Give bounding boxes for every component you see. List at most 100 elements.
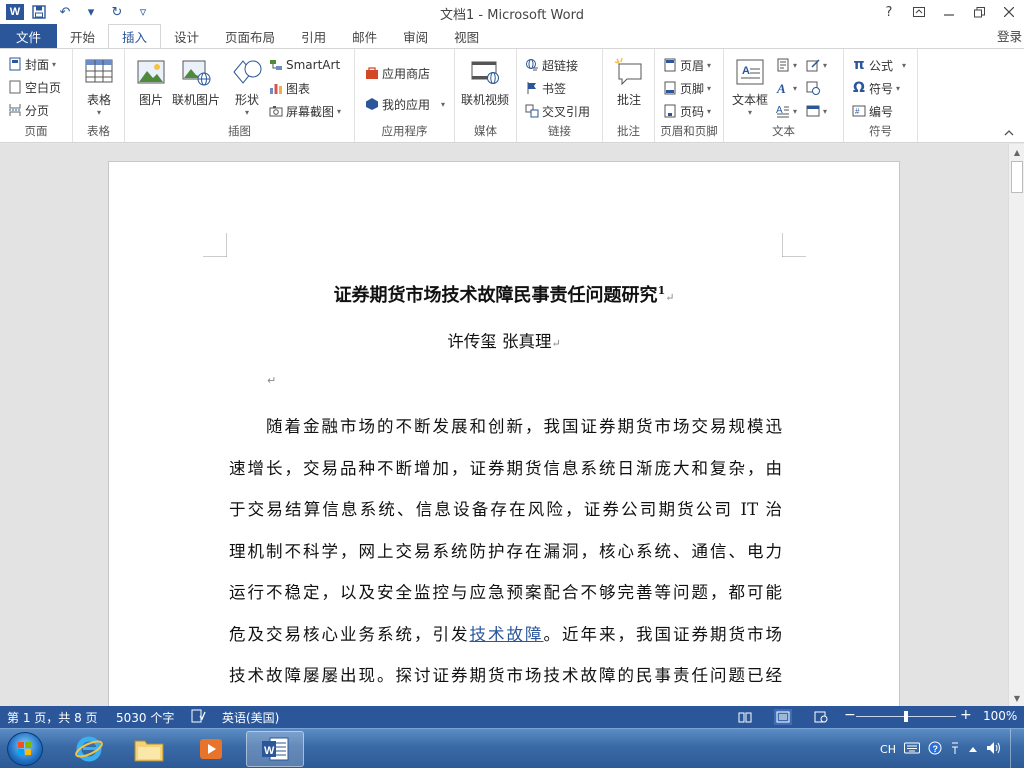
textbox-icon: A bbox=[736, 59, 764, 85]
vertical-scrollbar[interactable]: ▲ ▼ bbox=[1008, 144, 1024, 706]
cover-page-button[interactable]: 封面 ▾ bbox=[8, 54, 56, 74]
group-text: A 文本框 ▾ ▾ ▾ A ▾ A ▾ ▾ 文本 bbox=[724, 49, 844, 142]
text-line: 技术故障屡屡出现。探讨证券期货市场技术故障的民事责任问题已经 bbox=[229, 666, 782, 685]
help-circle-icon[interactable]: ? bbox=[928, 741, 942, 758]
undo-dropdown-icon[interactable]: ▾ bbox=[80, 1, 102, 23]
quick-parts-icon bbox=[776, 58, 790, 72]
tab-insert[interactable]: 插入 bbox=[108, 24, 162, 49]
window-controls: ? bbox=[874, 0, 1024, 24]
new-comment-button[interactable]: 批注 bbox=[613, 57, 645, 108]
hyperlink-button[interactable]: 超链接 bbox=[525, 55, 578, 75]
undo-icon[interactable]: ↶ bbox=[54, 1, 76, 23]
drop-cap-button[interactable]: A ▾ bbox=[776, 101, 797, 121]
print-layout-icon[interactable] bbox=[774, 709, 792, 725]
blank-page-button[interactable]: 空白页 bbox=[8, 77, 61, 97]
footer-button[interactable]: 页脚 ▾ bbox=[663, 78, 711, 98]
zoom-slider-thumb[interactable] bbox=[904, 711, 908, 722]
quick-parts-button[interactable]: ▾ bbox=[776, 55, 797, 75]
document-authors[interactable]: 许传玺 张真理↵ bbox=[109, 328, 899, 352]
language-indicator[interactable]: 英语(美国) bbox=[222, 709, 279, 726]
internet-explorer-taskbar-button[interactable] bbox=[60, 731, 118, 767]
chevron-down-icon: ▾ bbox=[244, 108, 249, 117]
web-layout-icon[interactable] bbox=[812, 709, 830, 725]
scroll-down-icon[interactable]: ▼ bbox=[1010, 691, 1024, 705]
date-time-button[interactable] bbox=[806, 78, 820, 98]
online-video-button[interactable]: 联机视频 bbox=[461, 57, 509, 108]
close-icon[interactable] bbox=[994, 0, 1024, 24]
object-button[interactable]: ▾ bbox=[806, 101, 827, 121]
smartart-icon bbox=[269, 58, 283, 72]
screenshot-button[interactable]: 屏幕截图 ▾ bbox=[269, 101, 341, 121]
tab-view[interactable]: 视图 bbox=[441, 24, 492, 48]
chevron-down-icon: ▾ bbox=[707, 106, 712, 116]
customize-qat-icon[interactable]: ▿ bbox=[132, 1, 154, 23]
collapse-ribbon-icon[interactable] bbox=[1004, 128, 1014, 139]
cross-reference-button[interactable]: 交叉引用 bbox=[525, 101, 590, 121]
show-desktop-button[interactable] bbox=[1010, 729, 1024, 768]
save-icon[interactable] bbox=[28, 1, 50, 23]
body-paragraph[interactable]: 随着金融市场的不断发展和创新，我国证券期货市场交易规模迅 速增长，交易品种不断增… bbox=[229, 406, 782, 697]
wordart-icon: A bbox=[776, 81, 790, 95]
table-button[interactable]: 表格 ▾ bbox=[83, 57, 115, 117]
tab-review[interactable]: 审阅 bbox=[390, 24, 441, 48]
document-title[interactable]: 证券期货市场技术故障民事责任问题研究1↵ bbox=[109, 281, 899, 307]
media-player-taskbar-button[interactable] bbox=[182, 731, 240, 767]
comment-icon bbox=[614, 57, 642, 86]
proofing-icon[interactable] bbox=[191, 709, 206, 726]
shapes-button[interactable]: 形状 ▾ bbox=[231, 57, 263, 117]
my-apps-button[interactable]: 我的应用 ▾ bbox=[365, 94, 445, 114]
title-bar: W ↶ ▾ ↻ ▿ 文档1 - Microsoft Word ? bbox=[0, 0, 1024, 24]
input-method-indicator[interactable]: CH bbox=[880, 743, 896, 756]
page-number-icon bbox=[663, 104, 677, 118]
word-app-icon[interactable]: W bbox=[6, 4, 24, 20]
screenshot-icon bbox=[269, 104, 283, 118]
signature-line-button[interactable]: ▾ bbox=[806, 55, 827, 75]
page-number-button[interactable]: 页码 ▾ bbox=[663, 101, 711, 121]
picture-button[interactable]: 图片 bbox=[135, 57, 167, 108]
online-picture-button[interactable]: 联机图片 bbox=[172, 57, 220, 108]
tab-home[interactable]: 开始 bbox=[57, 24, 108, 48]
scroll-up-icon[interactable]: ▲ bbox=[1010, 145, 1024, 159]
header-button[interactable]: 页眉 ▾ bbox=[663, 55, 711, 75]
restore-icon[interactable] bbox=[964, 0, 994, 24]
read-mode-icon[interactable] bbox=[736, 709, 754, 725]
keyboard-icon[interactable] bbox=[904, 742, 920, 757]
file-explorer-taskbar-button[interactable] bbox=[120, 731, 178, 767]
zoom-level[interactable]: 100% bbox=[983, 709, 1017, 723]
show-hidden-icons-icon[interactable] bbox=[968, 743, 978, 756]
page-break-button[interactable]: 分页 bbox=[8, 100, 49, 120]
zoom-out-button[interactable]: − bbox=[844, 707, 856, 723]
equation-button[interactable]: π 公式 ▾ bbox=[852, 55, 906, 75]
word-count[interactable]: 5030 个字 bbox=[116, 709, 174, 726]
tab-mailings[interactable]: 邮件 bbox=[339, 24, 390, 48]
login-link[interactable]: 登录 bbox=[997, 26, 1022, 45]
wordart-button[interactable]: A ▾ bbox=[776, 78, 797, 98]
chart-button[interactable]: 图表 bbox=[269, 78, 310, 98]
textbox-button[interactable]: A 文本框 ▾ bbox=[732, 57, 768, 117]
page-count[interactable]: 第 1 页，共 8 页 bbox=[7, 709, 98, 726]
app-store-button[interactable]: 应用商店 bbox=[365, 63, 430, 83]
document-page[interactable]: 证券期货市场技术故障民事责任问题研究1↵ 许传玺 张真理↵ ↵ 随着金融市场的不… bbox=[108, 161, 900, 706]
word-taskbar-button[interactable]: W bbox=[246, 731, 304, 767]
start-button[interactable] bbox=[7, 732, 43, 766]
tab-references[interactable]: 引用 bbox=[288, 24, 339, 48]
bookmark-button[interactable]: 书签 bbox=[525, 78, 566, 98]
symbol-button[interactable]: Ω 符号 ▾ bbox=[852, 78, 900, 98]
zoom-in-button[interactable]: + bbox=[960, 707, 972, 723]
pi-icon: π bbox=[853, 57, 865, 73]
tab-file[interactable]: 文件 bbox=[0, 24, 57, 48]
tab-design[interactable]: 设计 bbox=[161, 24, 212, 48]
volume-icon[interactable] bbox=[986, 741, 1002, 758]
tab-page-layout[interactable]: 页面布局 bbox=[212, 24, 288, 48]
scrollbar-thumb[interactable] bbox=[1011, 161, 1023, 193]
ime-options-icon[interactable] bbox=[950, 741, 960, 758]
group-label-text: 文本 bbox=[772, 124, 795, 138]
numbering-button[interactable]: # 编号 bbox=[852, 101, 893, 121]
smartart-button[interactable]: SmartArt bbox=[269, 55, 340, 75]
hyperlink-technical-fault[interactable]: 技术故障 bbox=[470, 625, 544, 644]
help-icon[interactable]: ? bbox=[874, 0, 904, 24]
drop-cap-icon: A bbox=[776, 104, 790, 118]
minimize-icon[interactable] bbox=[934, 0, 964, 24]
ribbon-display-options-icon[interactable] bbox=[904, 0, 934, 24]
redo-icon[interactable]: ↻ bbox=[106, 1, 128, 23]
